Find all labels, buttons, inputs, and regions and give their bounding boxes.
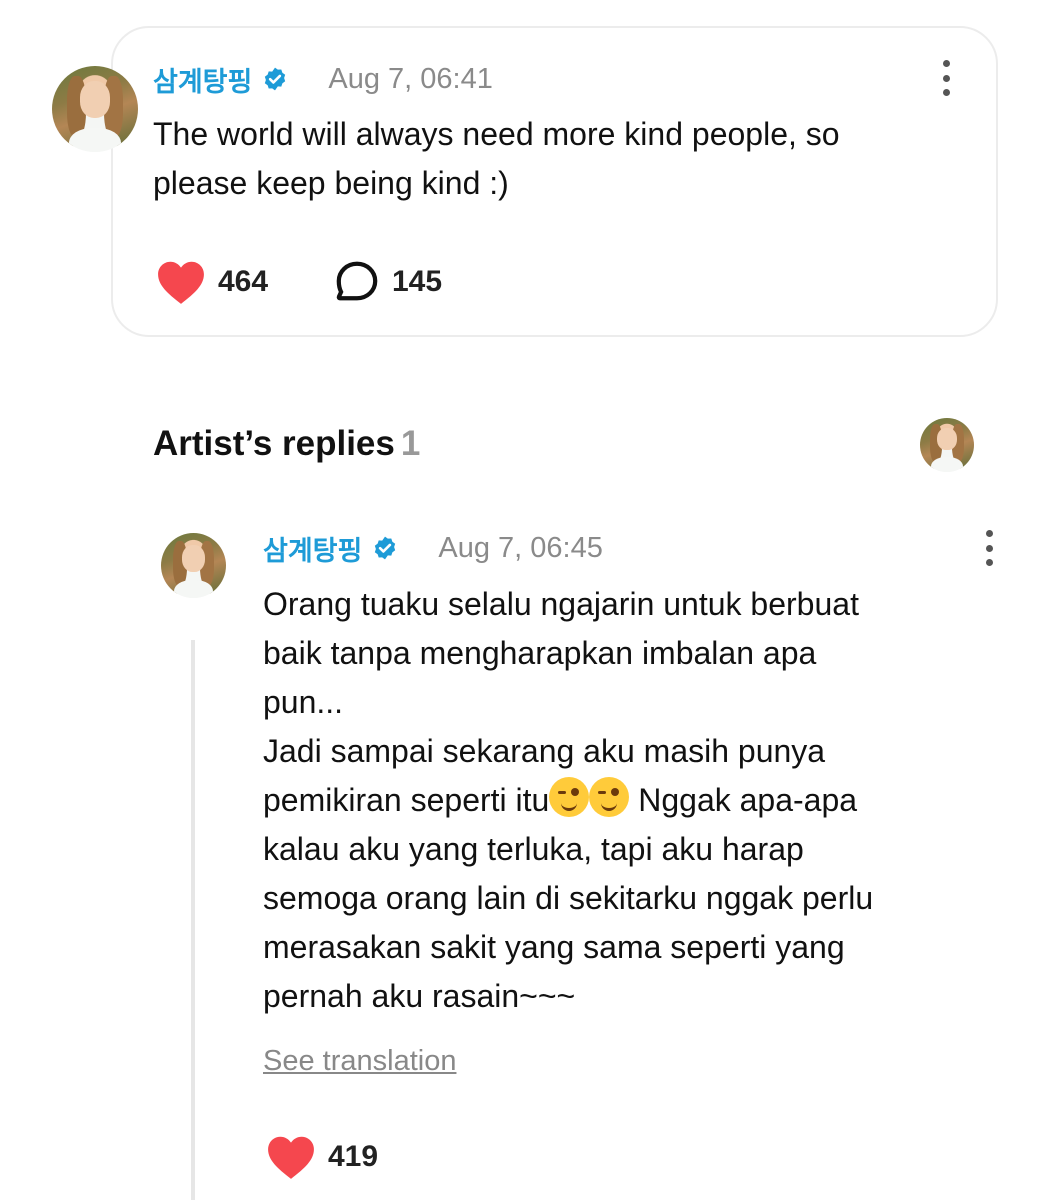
see-translation-link[interactable]: See translation xyxy=(263,1045,456,1078)
reply-like-button[interactable]: 419 xyxy=(266,1134,378,1180)
reply-text-line: baik tanpa mengharapkan imbalan apa xyxy=(263,635,817,671)
post-like-button[interactable]: 464 xyxy=(156,259,268,305)
artist-replies-count: 1 xyxy=(400,424,421,463)
post-more-options-icon[interactable] xyxy=(936,60,956,96)
artist-avatar-small[interactable] xyxy=(920,418,974,472)
post-header: 삼계탕핑 Aug 7, 06:41 xyxy=(153,60,493,98)
post-text: The world will always need more kind peo… xyxy=(153,110,983,208)
reply-text-segment: pemikiran seperti itu xyxy=(263,782,550,818)
thread-line xyxy=(191,640,195,1200)
post-timestamp: Aug 7, 06:41 xyxy=(328,62,493,95)
post-comment-button[interactable]: 145 xyxy=(334,259,442,305)
reply-text-segment: Nggak apa-apa xyxy=(629,782,858,818)
verified-check-icon xyxy=(265,67,286,91)
post-author-name[interactable]: 삼계탕핑 xyxy=(153,60,252,99)
reply-text-line: kalau aku yang terluka, tapi aku harap xyxy=(263,831,804,867)
heart-icon xyxy=(268,1136,314,1179)
reply-text-line: pernah aku rasain~~~ xyxy=(263,978,576,1014)
reply-author-avatar[interactable] xyxy=(161,533,226,598)
post-like-count: 464 xyxy=(218,265,269,298)
post-text-line: please keep being kind :) xyxy=(153,165,509,201)
post-comment-count: 145 xyxy=(392,265,443,298)
post-text-line: The world will always need more kind peo… xyxy=(153,116,840,152)
reply-header: 삼계탕핑 Aug 7, 06:45 xyxy=(263,529,603,567)
post-author-avatar[interactable] xyxy=(52,66,138,152)
reply-text-line: Jadi sampai sekarang aku masih punya xyxy=(263,733,826,769)
reply-text: Orang tuaku selalu ngajarin untuk berbua… xyxy=(263,580,1003,1021)
reply-text-line: pemikiran seperti itu Nggak apa-apa xyxy=(263,776,1003,825)
heart-icon xyxy=(158,261,204,304)
reply-text-line: semoga orang lain di sekitarku nggak per… xyxy=(263,880,874,916)
artist-replies-heading: Artist’s replies 1 xyxy=(153,424,420,464)
winking-face-emoji-icon xyxy=(549,777,590,817)
artist-replies-title: Artist’s replies xyxy=(153,424,395,463)
verified-check-icon xyxy=(375,536,396,560)
reply-more-options-icon[interactable] xyxy=(979,530,999,566)
winking-face-emoji-icon xyxy=(589,777,630,817)
comment-bubble-icon xyxy=(336,261,378,301)
reply-text-line: merasakan sakit yang sama seperti yang xyxy=(263,929,845,965)
reply-text-line: Orang tuaku selalu ngajarin untuk berbua… xyxy=(263,586,859,622)
reply-like-count: 419 xyxy=(328,1140,379,1173)
reply-author-name[interactable]: 삼계탕핑 xyxy=(263,529,362,568)
reply-timestamp: Aug 7, 06:45 xyxy=(438,531,603,564)
reply-text-line: pun... xyxy=(263,684,344,720)
